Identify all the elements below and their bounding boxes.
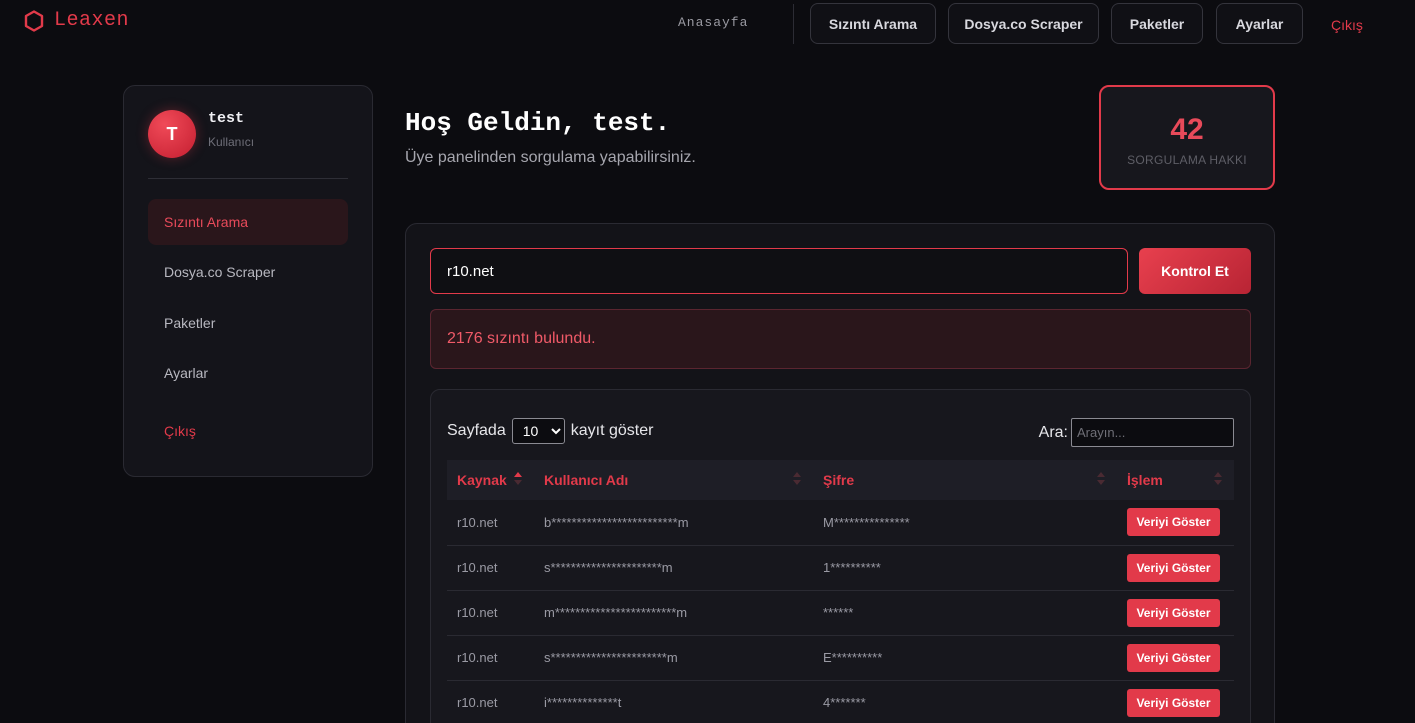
table-filter: Ara: <box>1039 418 1234 447</box>
cell-username: m************************m <box>534 590 813 636</box>
check-button[interactable]: Kontrol Et <box>1139 248 1251 294</box>
page-length-suffix: kayıt göster <box>570 422 654 439</box>
user-name: test <box>208 110 245 127</box>
show-data-button[interactable]: Veriyi Göster <box>1127 598 1220 627</box>
avatar: T <box>148 110 196 158</box>
cell-source: r10.net <box>447 500 534 546</box>
results-table: Kaynak Kullanıcı Adı Şifre İşlem r10.net… <box>447 460 1234 723</box>
cell-password: M*************** <box>813 500 1117 546</box>
query-credits-card: 42 SORGULAMA HAKKI <box>1099 85 1275 190</box>
query-credits-label: SORGULAMA HAKKI <box>1127 152 1247 167</box>
column-header-label: Kaynak <box>457 472 507 488</box>
nav-button-leak-search[interactable]: Sızıntı Arama <box>810 3 936 44</box>
sidebar-item-logout[interactable]: Çıkış <box>148 408 348 454</box>
page-title: Hoş Geldin, test. <box>405 108 671 138</box>
table-row: r10.net m************************m *****… <box>447 590 1234 636</box>
user-role: Kullanıcı <box>208 135 255 149</box>
page-length-control: Sayfada 10 kayıt göster <box>447 418 653 444</box>
table-row: r10.net b*************************m M***… <box>447 500 1234 546</box>
cell-action: Veriyi Göster <box>1117 545 1234 591</box>
show-data-button[interactable]: Veriyi Göster <box>1127 508 1220 537</box>
cell-source: r10.net <box>447 635 534 681</box>
cell-username: s***********************m <box>534 635 813 681</box>
result-alert: 2176 sızıntı bulundu. <box>430 309 1251 369</box>
cell-password: 1********** <box>813 545 1117 591</box>
sidebar-item-dosya-scraper[interactable]: Dosya.co Scraper <box>148 249 348 295</box>
nav-button-packages[interactable]: Paketler <box>1111 3 1203 44</box>
table-search-input[interactable] <box>1071 418 1234 447</box>
leak-search-panel: Kontrol Et 2176 sızıntı bulundu. Sayfada… <box>405 223 1275 723</box>
results-table-card: Sayfada 10 kayıt göster Ara: Kaynak <box>430 389 1251 723</box>
hexagon-icon <box>24 9 44 32</box>
cell-action: Veriyi Göster <box>1117 680 1234 723</box>
cell-username: b*************************m <box>534 500 813 546</box>
sidebar-item-leak-search[interactable]: Sızıntı Arama <box>148 199 348 245</box>
table-row: r10.net s***********************m E*****… <box>447 635 1234 681</box>
show-data-button[interactable]: Veriyi Göster <box>1127 553 1220 582</box>
domain-search-input[interactable] <box>430 248 1128 294</box>
page-length-select[interactable]: 10 <box>511 418 565 444</box>
nav-link-home[interactable]: Anasayfa <box>678 15 748 30</box>
filter-label: Ara: <box>1038 423 1068 441</box>
page-subtitle: Üye panelinden sorgulama yapabilirsiniz. <box>405 149 696 166</box>
page-length-prefix: Sayfada <box>447 422 506 439</box>
sidebar-item-packages[interactable]: Paketler <box>148 300 348 346</box>
sort-ascending-icon <box>514 472 522 485</box>
sidebar-item-settings[interactable]: Ayarlar <box>148 350 348 396</box>
column-header-label: Şifre <box>823 472 855 488</box>
cell-password: E********** <box>813 635 1117 681</box>
table-row: r10.net s**********************m 1******… <box>447 545 1234 591</box>
cell-action: Veriyi Göster <box>1117 635 1234 681</box>
nav-button-settings[interactable]: Ayarlar <box>1216 3 1303 44</box>
nav-divider <box>793 4 794 44</box>
cell-action: Veriyi Göster <box>1117 590 1234 636</box>
cell-source: r10.net <box>447 590 534 636</box>
column-header-source[interactable]: Kaynak <box>447 460 534 500</box>
column-header-action[interactable]: İşlem <box>1117 460 1234 500</box>
show-data-button[interactable]: Veriyi Göster <box>1127 688 1220 717</box>
sort-icon <box>1097 472 1105 485</box>
nav-logout-link[interactable]: Çıkış <box>1331 17 1363 33</box>
column-header-label: İşlem <box>1127 472 1163 488</box>
cell-action: Veriyi Göster <box>1117 500 1234 546</box>
show-data-button[interactable]: Veriyi Göster <box>1127 643 1220 672</box>
column-header-password[interactable]: Şifre <box>813 460 1117 500</box>
cell-username: i**************t <box>534 680 813 723</box>
brand-name: Leaxen <box>54 9 130 32</box>
table-header-row: Kaynak Kullanıcı Adı Şifre İşlem <box>447 460 1234 500</box>
top-navbar: Leaxen Anasayfa Sızıntı Arama Dosya.co S… <box>0 0 1415 50</box>
cell-username: s**********************m <box>534 545 813 591</box>
sidebar: T test Kullanıcı Sızıntı Arama Dosya.co … <box>123 85 373 477</box>
cell-password: ****** <box>813 590 1117 636</box>
cell-password: 4******* <box>813 680 1117 723</box>
query-credits-count: 42 <box>1170 112 1204 146</box>
sort-icon <box>1214 472 1222 485</box>
cell-source: r10.net <box>447 680 534 723</box>
column-header-username[interactable]: Kullanıcı Adı <box>534 460 813 500</box>
sort-icon <box>793 472 801 485</box>
cell-source: r10.net <box>447 545 534 591</box>
sidebar-divider <box>148 178 348 179</box>
nav-button-dosya-scraper[interactable]: Dosya.co Scraper <box>948 3 1099 44</box>
table-row: r10.net i**************t 4******* Veriyi… <box>447 680 1234 723</box>
brand-logo[interactable]: Leaxen <box>24 9 129 32</box>
column-header-label: Kullanıcı Adı <box>544 472 629 488</box>
